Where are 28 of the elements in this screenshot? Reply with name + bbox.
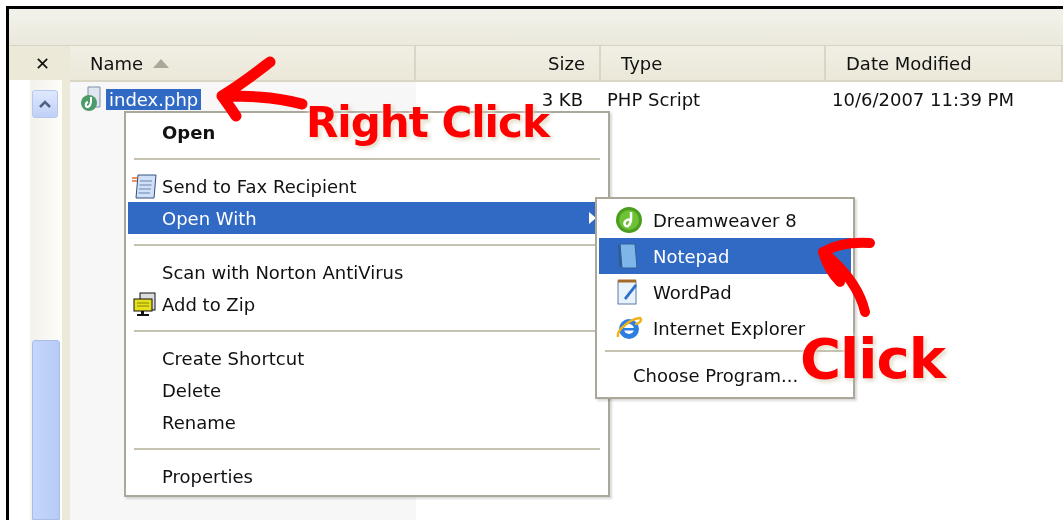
column-header[interactable]: Date Modified: [826, 46, 1063, 80]
menu-item[interactable]: Add to Zip: [128, 288, 262, 320]
archive-icon: [132, 291, 158, 317]
menu-item[interactable]: Delete: [128, 374, 228, 406]
menu-item[interactable]: Send to Fax Recipient: [128, 170, 363, 202]
php-file-icon: [80, 86, 104, 112]
menu-item[interactable]: Notepad: [599, 238, 851, 274]
file-date: 10/6/2007 11:39 PM: [831, 88, 1015, 110]
menu-item[interactable]: Properties: [128, 460, 259, 492]
menu-item[interactable]: Rename: [128, 406, 242, 438]
column-header[interactable]: Name: [70, 46, 416, 80]
menu-item[interactable]: Open: [128, 116, 222, 148]
file-size: 3 KB: [541, 88, 584, 110]
close-button[interactable]: ✕: [28, 52, 51, 74]
scroll-up-button[interactable]: [32, 90, 59, 118]
file-type: PHP Script: [606, 88, 702, 110]
browser-e-icon: [615, 314, 643, 342]
scroll-thumb[interactable]: [32, 340, 61, 520]
column-header[interactable]: Size: [416, 46, 601, 80]
column-header[interactable]: Type: [601, 46, 826, 80]
file-name[interactable]: index.php: [106, 88, 202, 110]
caret-up-icon: [39, 100, 52, 108]
scrollbar[interactable]: [30, 80, 70, 520]
notepad-icon: [615, 242, 641, 270]
menu-item[interactable]: Create Shortcut: [128, 342, 311, 374]
letter-d-icon: [615, 206, 643, 234]
menu-item[interactable]: Scan with Norton AntiVirus: [128, 256, 410, 288]
menu-item[interactable]: WordPad: [599, 274, 738, 310]
